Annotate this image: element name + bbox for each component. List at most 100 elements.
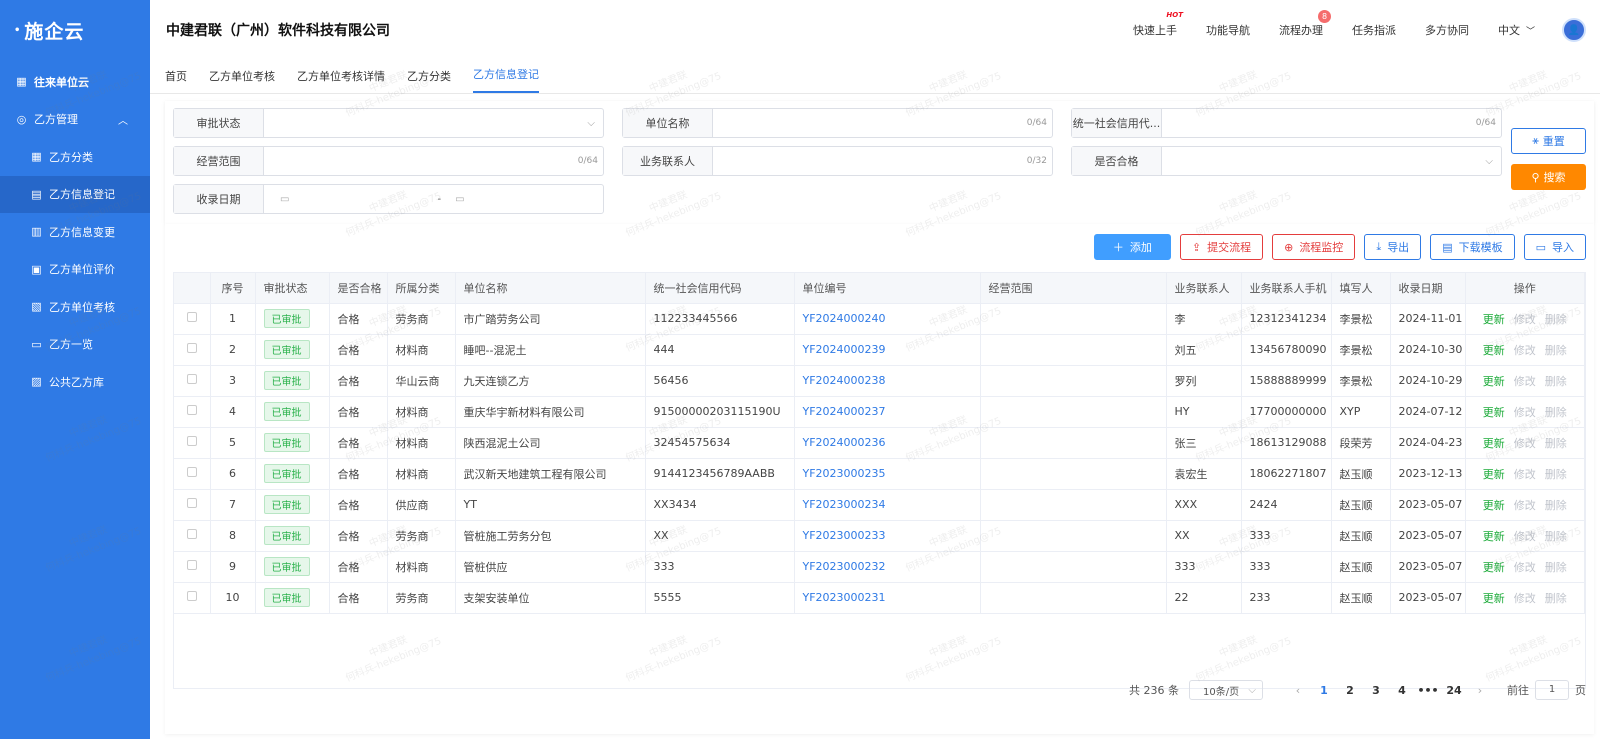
unit-number-link[interactable]: YF2024000238 <box>803 374 886 387</box>
search-button[interactable]: ⚲ 搜索 <box>1511 164 1586 190</box>
table-row: 8 已审批 合格 劳务商 管桩施工劳务分包 XX YF2023000233 XX 333 赵玉顺 2… <box>174 520 1585 552</box>
delete-button[interactable]: 删除 <box>1545 437 1567 450</box>
sidebar-item-6[interactable]: ▭ 乙方一览 <box>0 326 150 364</box>
qualified-filter[interactable]: 是否合格 ⌵ <box>1071 146 1502 176</box>
row-checkbox[interactable] <box>186 467 197 477</box>
unit-name-filter[interactable]: 单位名称 0/64 <box>622 108 1053 138</box>
edit-button[interactable]: 修改 <box>1514 468 1536 481</box>
delete-button[interactable]: 删除 <box>1545 313 1567 326</box>
edit-button[interactable]: 修改 <box>1514 499 1536 512</box>
tab-5[interactable]: 乙方信息登记 <box>473 66 539 93</box>
task-assign-link[interactable]: 任务指派 <box>1352 22 1396 38</box>
update-button[interactable]: 更新 <box>1483 406 1505 419</box>
update-button[interactable]: 更新 <box>1483 313 1505 326</box>
delete-button[interactable]: 删除 <box>1545 406 1567 419</box>
sidebar-item-5[interactable]: ▧ 乙方单位考核 <box>0 288 150 326</box>
unit-number-link[interactable]: YF2024000240 <box>803 312 886 325</box>
row-checkbox[interactable] <box>186 498 197 508</box>
update-button[interactable]: 更新 <box>1483 499 1505 512</box>
calendar-icon: ▭ <box>280 193 290 205</box>
sidebar-item-partner-cloud[interactable]: ▦ 往来单位云 <box>0 63 150 101</box>
row-checkbox[interactable] <box>186 436 197 446</box>
flow-monitor-button[interactable]: ⊕ 流程监控 <box>1272 234 1356 260</box>
row-checkbox[interactable] <box>186 405 197 415</box>
sidebar-item-7[interactable]: ▨ 公共乙方库 <box>0 363 150 401</box>
delete-button[interactable]: 删除 <box>1545 468 1567 481</box>
goto-page-input[interactable]: 1 <box>1535 680 1569 700</box>
tab-3[interactable]: 乙方单位考核详情 <box>297 68 385 93</box>
tab-1[interactable]: 首页 <box>165 68 187 93</box>
sidebar-item-2[interactable]: ▤ 乙方信息登记 <box>0 175 150 213</box>
next-page-icon[interactable]: › <box>1467 684 1493 697</box>
delete-button[interactable]: 删除 <box>1545 592 1567 605</box>
unit-number-link[interactable]: YF2023000234 <box>803 498 886 511</box>
submit-flow-button[interactable]: ⇪ 提交流程 <box>1179 234 1264 260</box>
prev-page-icon[interactable]: ‹ <box>1285 684 1311 697</box>
unit-number-link[interactable]: YF2023000233 <box>803 529 886 542</box>
page-size-select[interactable]: 10条/页 ⌵ <box>1189 680 1263 700</box>
row-checkbox[interactable] <box>186 529 197 539</box>
tab-2[interactable]: 乙方单位考核 <box>209 68 275 93</box>
delete-button[interactable]: 删除 <box>1545 561 1567 574</box>
folder-icon: ▭ <box>1535 240 1546 254</box>
function-nav-link[interactable]: 功能导航 <box>1206 22 1250 38</box>
unit-number-link[interactable]: YF2024000237 <box>803 405 886 418</box>
update-button[interactable]: 更新 <box>1483 592 1505 605</box>
user-avatar[interactable]: 👤 <box>1562 18 1586 42</box>
download-template-button[interactable]: ▤ 下载模板 <box>1430 234 1515 260</box>
flow-link[interactable]: 流程办理 8 <box>1279 10 1331 38</box>
row-checkbox[interactable] <box>186 312 197 322</box>
delete-button[interactable]: 删除 <box>1545 530 1567 543</box>
scope-filter[interactable]: 经营范围 0/64 <box>173 146 604 176</box>
update-button[interactable]: 更新 <box>1483 530 1505 543</box>
row-checkbox[interactable] <box>186 374 197 384</box>
update-button[interactable]: 更新 <box>1483 437 1505 450</box>
unit-number-link[interactable]: YF2023000235 <box>803 467 886 480</box>
unit-number-link[interactable]: YF2023000232 <box>803 560 886 573</box>
unit-number-link[interactable]: YF2024000236 <box>803 436 886 449</box>
credit-code-filter[interactable]: 统一社会信用代... 0/64 <box>1071 108 1502 138</box>
edit-button[interactable]: 修改 <box>1514 406 1536 419</box>
quick-start-link[interactable]: 快速上手 HOT <box>1133 11 1183 38</box>
edit-button[interactable]: 修改 <box>1514 344 1536 357</box>
edit-button[interactable]: 修改 <box>1514 592 1536 605</box>
row-checkbox[interactable] <box>186 343 197 353</box>
row-checkbox[interactable] <box>186 591 197 601</box>
add-button[interactable]: ＋添加 <box>1093 234 1171 260</box>
status-filter[interactable]: 审批状态 ⌵ <box>173 108 604 138</box>
page-number[interactable]: 2 <box>1337 684 1363 697</box>
edit-button[interactable]: 修改 <box>1514 530 1536 543</box>
edit-button[interactable]: 修改 <box>1514 313 1536 326</box>
page-number[interactable]: 4 <box>1389 684 1415 697</box>
update-button[interactable]: 更新 <box>1483 344 1505 357</box>
export-button[interactable]: ⤓ 导出 <box>1364 234 1422 260</box>
update-button[interactable]: 更新 <box>1483 468 1505 481</box>
sidebar-item-1[interactable]: ▦ 乙方分类 <box>0 138 150 176</box>
import-button[interactable]: ▭ 导入 <box>1523 234 1586 260</box>
page-number[interactable]: 3 <box>1363 684 1389 697</box>
edit-button[interactable]: 修改 <box>1514 561 1536 574</box>
tab-4[interactable]: 乙方分类 <box>407 68 451 93</box>
sidebar-item-3[interactable]: ▥ 乙方信息变更 <box>0 213 150 251</box>
page-number[interactable]: 1 <box>1311 684 1337 697</box>
collab-link[interactable]: 多方协同 <box>1425 22 1469 38</box>
update-button[interactable]: 更新 <box>1483 561 1505 574</box>
date-range-filter[interactable]: 收录日期 ▭ - ▭ <box>173 184 604 214</box>
sidebar-group-partner-mgmt[interactable]: ◎ 乙方管理 ︿ <box>0 101 150 139</box>
logo[interactable]: • 施企云 <box>0 0 150 60</box>
page-number[interactable]: 24 <box>1441 684 1467 697</box>
delete-button[interactable]: 删除 <box>1545 344 1567 357</box>
unit-number-link[interactable]: YF2024000239 <box>803 343 886 356</box>
unit-number-link[interactable]: YF2023000231 <box>803 591 886 604</box>
edit-button[interactable]: 修改 <box>1514 437 1536 450</box>
update-button[interactable]: 更新 <box>1483 375 1505 388</box>
sidebar-item-4[interactable]: ▣ 乙方单位评价 <box>0 251 150 289</box>
delete-button[interactable]: 删除 <box>1545 375 1567 388</box>
edit-button[interactable]: 修改 <box>1514 375 1536 388</box>
reset-button[interactable]: ⚹ 重置 <box>1511 128 1586 154</box>
delete-button[interactable]: 删除 <box>1545 499 1567 512</box>
row-checkbox[interactable] <box>186 560 197 570</box>
language-select[interactable]: 中文 ﹀ <box>1498 22 1535 38</box>
page-number[interactable]: ••• <box>1415 684 1441 697</box>
contact-filter[interactable]: 业务联系人 0/32 <box>622 146 1053 176</box>
